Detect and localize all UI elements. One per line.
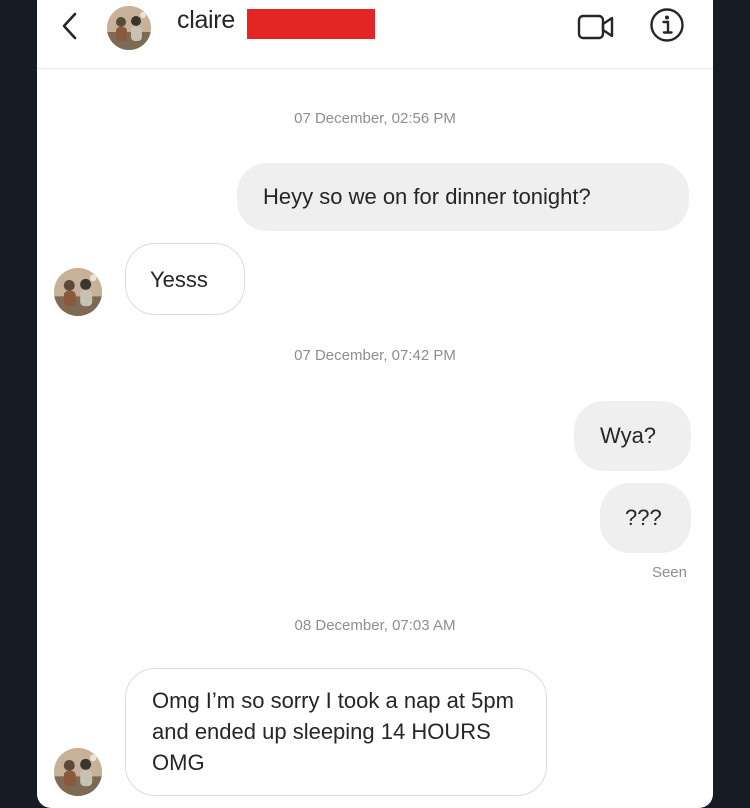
seen-status: Seen <box>651 564 687 581</box>
chevron-left-icon <box>62 12 77 40</box>
video-camera-icon <box>577 14 614 40</box>
contact-name[interactable]: claire <box>177 6 235 35</box>
incoming-message[interactable]: Omg I’m so sorry I took a nap at 5pm and… <box>125 668 547 796</box>
chat-screen: claire 07 December, 02:56 PM Heyy so we … <box>37 0 713 808</box>
info-button[interactable] <box>649 7 685 43</box>
sender-avatar <box>54 748 102 796</box>
outgoing-message[interactable]: Wya? <box>574 401 691 471</box>
timestamp: 07 December, 02:56 PM <box>294 110 456 127</box>
video-call-button[interactable] <box>577 12 615 42</box>
info-icon <box>650 8 684 42</box>
sender-avatar <box>54 268 102 316</box>
timestamp: 08 December, 07:03 AM <box>294 617 456 634</box>
contact-avatar[interactable] <box>107 6 151 50</box>
outgoing-message[interactable]: ??? <box>600 483 691 553</box>
timestamp: 07 December, 07:42 PM <box>294 347 456 364</box>
chat-header: claire <box>37 0 713 69</box>
incoming-message[interactable]: Yesss <box>125 243 245 315</box>
back-button[interactable] <box>55 8 85 44</box>
redaction-box <box>247 9 375 39</box>
outgoing-message[interactable]: Heyy so we on for dinner tonight? <box>237 163 689 231</box>
